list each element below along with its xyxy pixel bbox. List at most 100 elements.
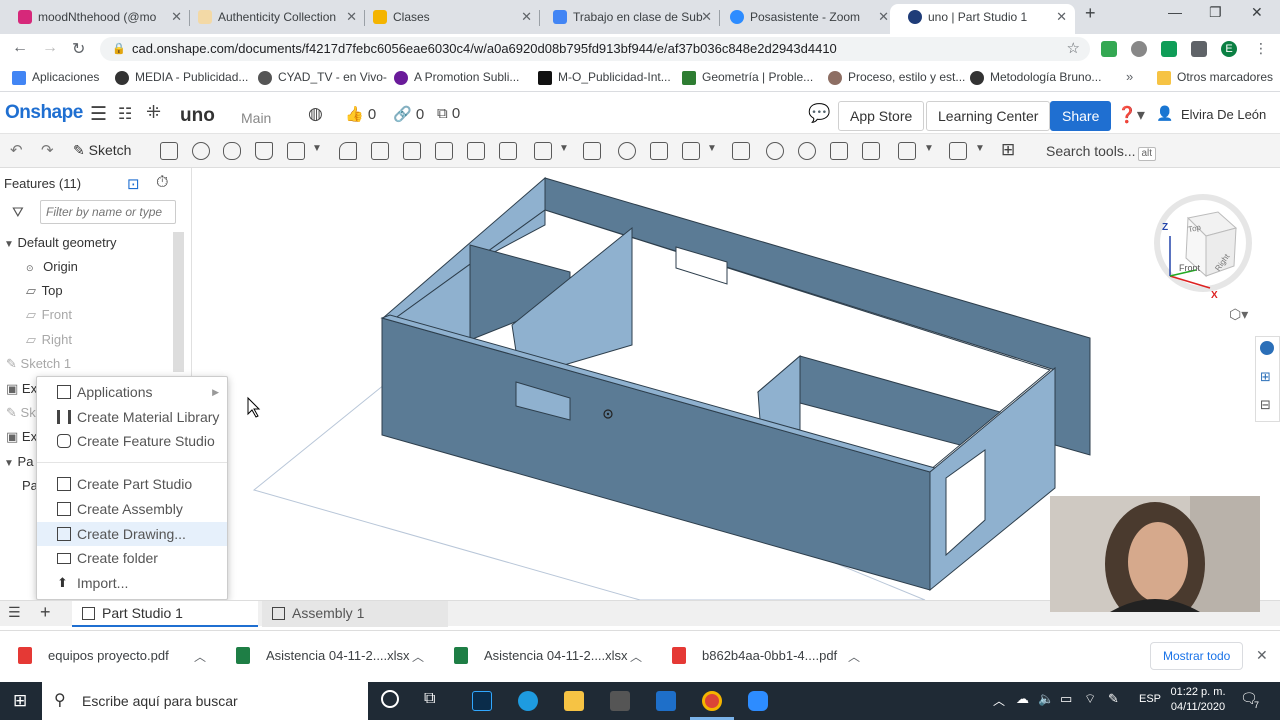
profile-avatar[interactable]: E [1221,41,1237,57]
learning-center-button[interactable]: Learning Center [926,101,1051,131]
feature-right-plane[interactable]: ▱ Right [26,328,72,352]
feature-extrude-partial[interactable]: ▣ Ex [6,377,37,401]
bookmark-cyad[interactable]: CYAD_TV - en Vivo- [258,70,387,85]
chevron-up-icon[interactable]: ︿ [412,648,424,665]
links-button[interactable]: 🔗 0 [393,105,424,123]
feature-sketch-partial[interactable]: ✎ Sk [6,401,36,425]
variables-icon[interactable]: ⊟ [1260,397,1271,413]
maximize-button[interactable]: ❐ [1209,4,1222,21]
share-button[interactable]: Share [1050,101,1112,131]
help-icon[interactable]: ❓▾ [1117,105,1145,125]
loft-icon[interactable] [255,142,273,160]
taskbar-search-box[interactable]: ⚲ Escribe aquí para buscar [42,682,368,720]
like-button[interactable]: 👍 0 [345,105,376,123]
globe-icon[interactable]: ◍ [308,104,323,124]
close-tab-icon[interactable]: ✕ [701,4,712,30]
bookmark-metodologia[interactable]: Metodología Bruno... [970,70,1101,85]
shell-icon[interactable] [467,142,485,160]
chrome-menu-icon[interactable]: ⋮ [1254,40,1268,57]
feature-front-plane[interactable]: ▱ Front [26,303,72,327]
rib-icon[interactable] [435,142,453,160]
cortana-icon[interactable] [381,690,399,708]
close-downloads-icon[interactable]: ✕ [1256,647,1268,664]
show-all-downloads-button[interactable]: Mostrar todo [1150,642,1244,670]
back-icon[interactable]: ← [12,39,28,57]
feature-origin[interactable]: ⊙ Origin [26,255,78,279]
volume-icon[interactable]: 🔈 [1038,691,1054,707]
windows-start-icon[interactable]: ⊞ [13,691,27,711]
feature-sketch-1[interactable]: ✎ Sketch 1 [6,352,71,376]
chevron-down-icon[interactable]: ▼ [559,143,569,154]
chevron-down-icon[interactable]: ▼ [312,143,322,154]
more-bookmarks-icon[interactable]: » [1126,69,1133,84]
add-tab-button[interactable]: + [40,602,51,623]
chevron-up-icon[interactable]: ︿ [194,648,206,665]
chevron-down-icon[interactable]: ▼ [924,143,934,154]
download-item-asistencia-1[interactable]: Asistencia 04-11-2....xlsx ︿ [236,647,424,664]
browser-tab-trabajo[interactable]: Trabajo en clase de Sub ✕ [535,4,720,34]
browser-tab-onshape[interactable]: uno | Part Studio 1 ✕ [890,4,1075,34]
photoshop-icon[interactable] [472,691,492,711]
file-explorer-icon[interactable] [564,691,584,711]
bookmark-geometria[interactable]: Geometría | Proble... [682,70,813,85]
tray-chevron-icon[interactable]: ︿ [993,692,1005,709]
redo-icon[interactable]: ↷ [41,141,54,159]
user-name[interactable]: Elvira De León [1181,107,1266,122]
browser-tab-instagram[interactable]: moodNthehood (@mo ✕ [0,4,190,34]
plane-icon[interactable] [898,142,916,160]
sketch-button[interactable]: ✎ Sketch [73,142,131,159]
forward-icon[interactable]: → [42,39,58,57]
bookmark-media[interactable]: MEDIA - Publicidad... [115,70,248,85]
feature-filter-input[interactable] [40,200,176,224]
mirror-icon[interactable] [583,142,601,160]
transform-icon[interactable] [682,142,700,160]
menu-create-material-library[interactable]: Create Material Library [37,405,227,429]
default-geometry-node[interactable]: ▼ Default geometry [4,231,117,255]
chamfer-icon[interactable] [371,142,389,160]
browser-tab-authenticity[interactable]: Authenticity Collection ✕ [180,4,365,34]
feature-list-scrollbar[interactable] [173,232,184,372]
split-icon[interactable] [650,142,668,160]
close-tab-icon[interactable]: ✕ [878,4,889,30]
network-icon[interactable]: ☁ [1016,691,1029,707]
chevron-up-icon[interactable]: ︿ [630,648,642,665]
menu-applications[interactable]: Applications ▶ [37,380,227,404]
menu-create-drawing[interactable]: Create Drawing... [37,522,227,546]
thicken-icon[interactable] [287,142,305,160]
menu-create-folder[interactable]: Create folder [37,546,227,570]
chevron-up-icon[interactable]: ︿ [848,648,860,665]
wifi-icon[interactable]: ⌔ [1084,691,1096,707]
close-tab-icon[interactable]: ✕ [1056,4,1067,30]
pattern-icon[interactable] [534,142,552,160]
view-cube-front-label[interactable]: Front [1179,263,1200,273]
task-view-icon[interactable]: ⧉ [424,690,435,708]
add-custom-feature-icon[interactable]: ⊞ [1001,140,1015,160]
document-name[interactable]: uno [180,105,215,127]
tab-assembly-1[interactable]: Assembly 1 [262,601,448,627]
download-item-asistencia-2[interactable]: Asistencia 04-11-2....xlsx ︿ [454,647,642,664]
versions-button[interactable]: ⧉ 0 [437,105,460,122]
tab-part-studio-1[interactable]: Part Studio 1 [72,601,258,627]
view-options-icon[interactable]: ⬡▾ [1229,306,1248,323]
download-item-equipos[interactable]: equipos proyecto.pdf ︿ [18,647,206,664]
reload-icon[interactable]: ↻ [72,39,85,59]
extension-icon[interactable] [1101,41,1117,57]
comments-icon[interactable]: 💬 [808,103,830,124]
menu-create-assembly[interactable]: Create Assembly [37,497,227,521]
tab-manager-icon[interactable]: ☰ [8,604,21,621]
delete-part-icon[interactable] [732,142,750,160]
rollback-timer-icon[interactable]: ⏱ [156,174,168,192]
bookmark-proceso[interactable]: Proceso, estilo y est... [828,70,965,85]
close-window-button[interactable]: ✕ [1251,4,1263,21]
battery-icon[interactable]: ▭ [1060,691,1072,707]
hole-icon[interactable] [499,142,517,160]
feature-top-plane[interactable]: ▱ Top [26,279,63,303]
zoom-taskbar-icon[interactable] [748,691,768,711]
edge-icon[interactable] [518,691,538,711]
extrude-icon[interactable] [160,142,178,160]
sheets-icon[interactable] [1161,41,1177,57]
undo-icon[interactable]: ↶ [10,141,23,159]
boolean-icon[interactable] [618,142,636,160]
extension-check-icon[interactable] [1131,41,1147,57]
menu-create-part-studio[interactable]: Create Part Studio [37,472,227,496]
